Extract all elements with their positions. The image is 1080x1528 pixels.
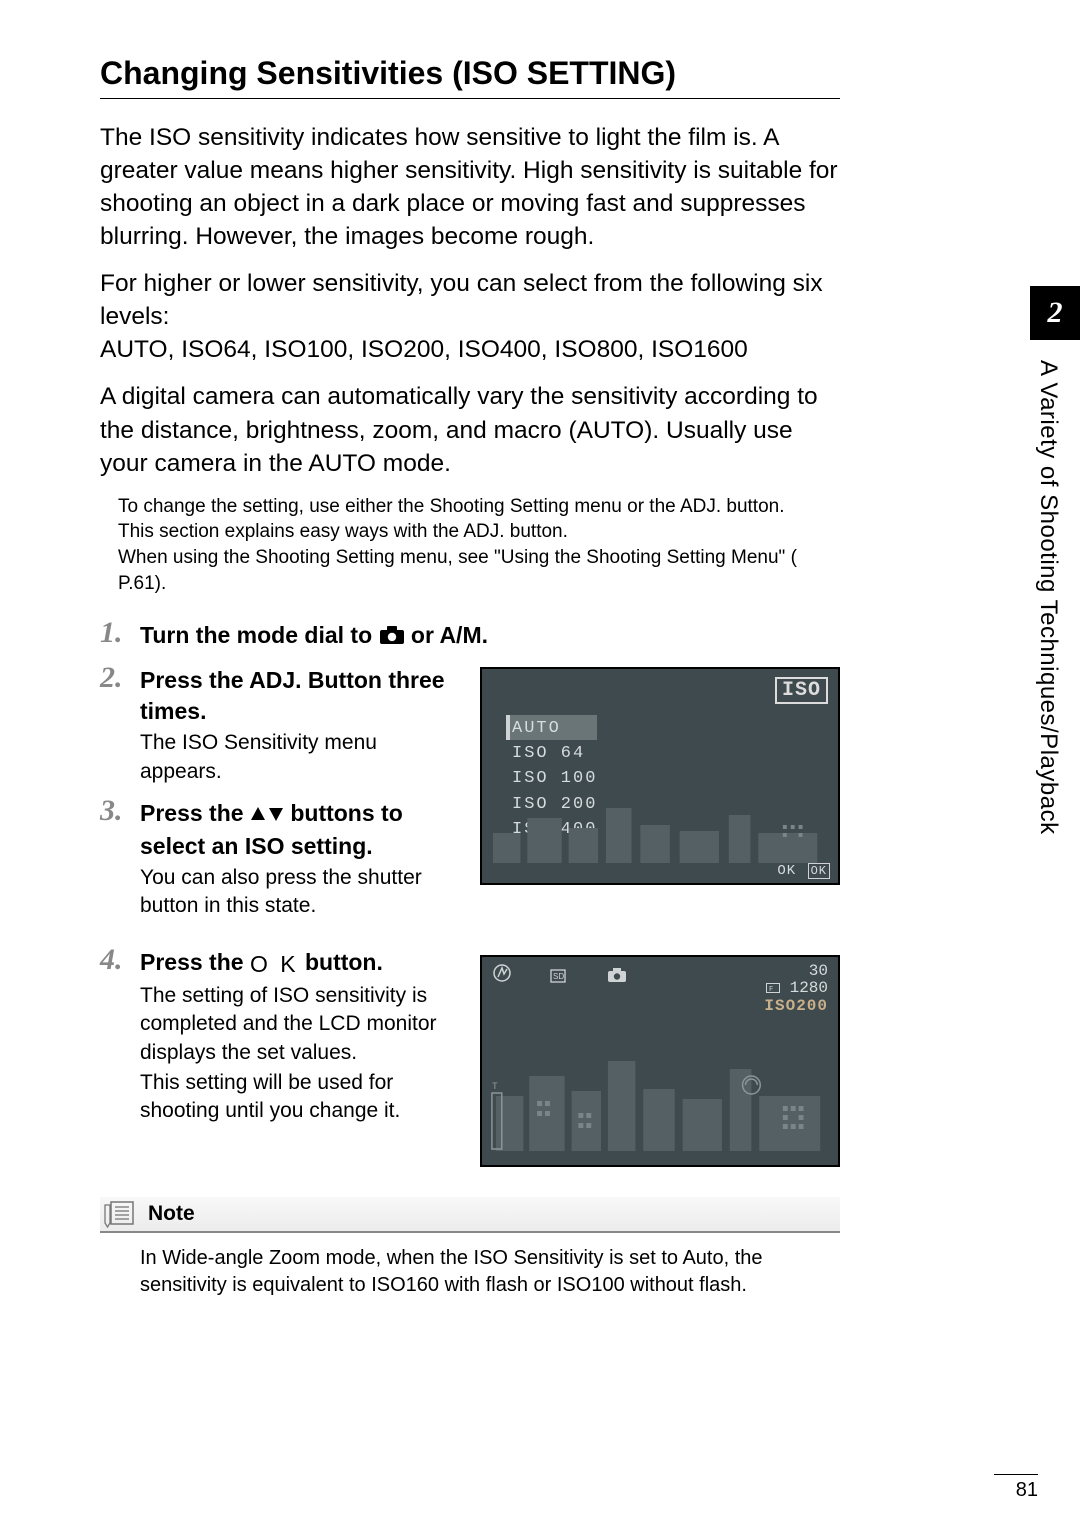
step-2: 2 Press the ADJ. Button three times. The… bbox=[100, 665, 462, 786]
lcd-status-right: 30 F 1280 ISO200 bbox=[764, 963, 828, 1016]
step-heading: Press the buttons to select an ISO setti… bbox=[140, 798, 462, 862]
step-description: The setting of ISO sensitivity is comple… bbox=[140, 982, 462, 1067]
svg-text:T: T bbox=[492, 1081, 498, 1092]
step-heading: Press the ADJ. Button three times. bbox=[140, 665, 462, 727]
image-size: F 1280 bbox=[764, 980, 828, 998]
chapter-title-vertical: A Variety of Shooting Techniques/Playbac… bbox=[1034, 360, 1062, 835]
lcd-status-left: SD bbox=[492, 963, 627, 1016]
step-1: 1 Turn the mode dial to or A/M. bbox=[100, 620, 840, 653]
up-down-icon bbox=[250, 800, 284, 831]
procedure-note: To change the setting, use either the Sh… bbox=[118, 494, 840, 597]
camera-mode-icon bbox=[607, 967, 627, 983]
steps-list: 1 Turn the mode dial to or A/M. 2 Press … bbox=[100, 620, 840, 1167]
step-description: The ISO Sensitivity menu appears. bbox=[140, 729, 462, 786]
note-header: Note bbox=[100, 1197, 840, 1233]
step-3: 3 Press the buttons to select an ISO set… bbox=[100, 798, 462, 921]
manual-page: Changing Sensitivities (ISO SETTING) The… bbox=[0, 0, 1080, 1528]
lcd-screenshot-menu: ISO AUTO ISO 64 ISO 100 ISO 200 ISO 400 bbox=[480, 665, 840, 933]
step-number: 4 bbox=[100, 943, 123, 977]
lcd-screenshot-result: SD 30 F 1280 ISO200 bbox=[480, 933, 840, 1167]
lcd-ok-hint: OK OK bbox=[777, 863, 830, 879]
svg-text:SD: SD bbox=[553, 972, 564, 981]
iso-value: ISO200 bbox=[764, 998, 828, 1016]
sd-icon: SD bbox=[550, 969, 568, 983]
procedure-note-line: This section explains easy ways with the… bbox=[118, 519, 840, 545]
step-description: This setting will be used for shooting u… bbox=[140, 1069, 462, 1126]
page-number: 81 bbox=[994, 1474, 1038, 1502]
lcd-status-bar: SD 30 F 1280 ISO200 bbox=[482, 963, 838, 1016]
step-number: 2 bbox=[100, 661, 123, 695]
title-rule bbox=[100, 98, 840, 99]
note-label: Note bbox=[148, 1202, 195, 1226]
ok-text-icon: O K bbox=[250, 949, 299, 980]
content-column: Changing Sensitivities (ISO SETTING) The… bbox=[100, 55, 840, 1299]
chapter-tab: 2 bbox=[1030, 286, 1080, 340]
procedure-note-line: When using the Shooting Setting menu, se… bbox=[118, 545, 840, 596]
page-title: Changing Sensitivities (ISO SETTING) bbox=[100, 55, 840, 92]
note-icon bbox=[104, 1199, 138, 1229]
intro-paragraph-1: The ISO sensitivity indicates how sensit… bbox=[100, 121, 840, 253]
lcd-background-art: T bbox=[488, 1041, 832, 1151]
step-4: 4 Press the O K button. The setting of I… bbox=[100, 947, 462, 1126]
procedure-note-line: To change the setting, use either the Sh… bbox=[118, 494, 840, 520]
step-number: 1 bbox=[100, 616, 123, 650]
step-number: 3 bbox=[100, 794, 123, 828]
iso-levels-list: AUTO, ISO64, ISO100, ISO200, ISO400, ISO… bbox=[100, 333, 840, 366]
lcd-frame: SD 30 F 1280 ISO200 bbox=[480, 955, 840, 1167]
shots-remaining: 30 bbox=[764, 963, 828, 981]
iso-badge: ISO bbox=[775, 677, 828, 704]
step-description: You can also press the shutter button in… bbox=[140, 864, 462, 921]
intro-paragraph-2: For higher or lower sensitivity, you can… bbox=[100, 267, 840, 333]
svg-text:F: F bbox=[769, 986, 773, 993]
intro-paragraph-3: A digital camera can automatically vary … bbox=[100, 380, 840, 479]
iso-menu-item: ISO 100 bbox=[512, 765, 597, 790]
iso-menu-item-selected: AUTO bbox=[506, 715, 597, 740]
note-body: In Wide-angle Zoom mode, when the ISO Se… bbox=[140, 1245, 840, 1299]
lcd-background-art bbox=[488, 803, 832, 863]
note-block: Note In Wide-angle Zoom mode, when the I… bbox=[100, 1197, 840, 1299]
lcd-frame: ISO AUTO ISO 64 ISO 100 ISO 200 ISO 400 bbox=[480, 667, 840, 885]
step-heading: Turn the mode dial to or A/M. bbox=[140, 620, 840, 653]
camera-icon bbox=[379, 622, 405, 653]
chapter-number: 2 bbox=[1048, 296, 1063, 330]
iso-menu-item: ISO 64 bbox=[512, 740, 597, 765]
ok-box-icon: OK bbox=[808, 863, 830, 879]
step-heading: Press the O K button. bbox=[140, 947, 462, 980]
